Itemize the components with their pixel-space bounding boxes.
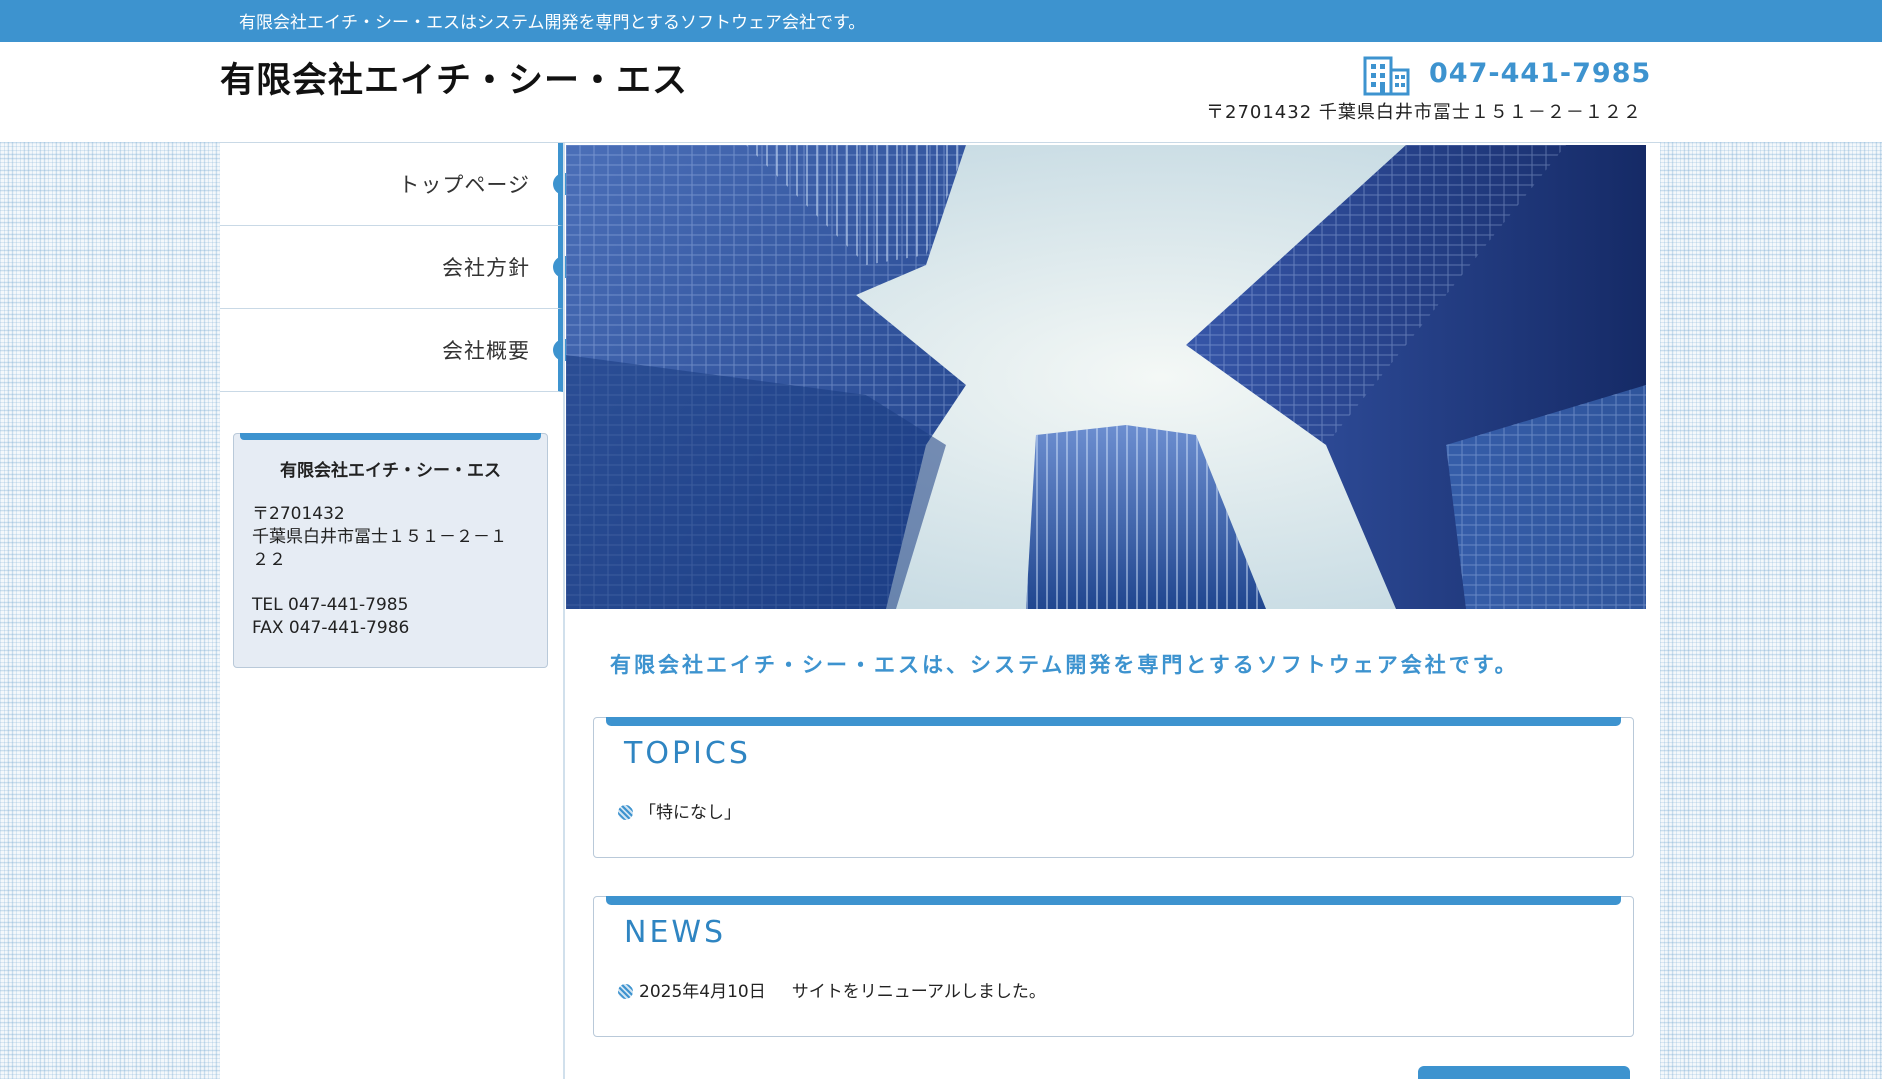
panel-accent-bar — [606, 717, 1621, 726]
sidebar-item-top[interactable]: トップページ — [220, 143, 567, 226]
next-section-button[interactable] — [1418, 1066, 1630, 1079]
site-header: 有限会社エイチ・シー・エス 047-441-7985 〒2701432 千葉県白… — [0, 42, 1882, 142]
news-panel: NEWS 2025年4月10日 サイトをリニューアルしました。 — [593, 896, 1634, 1037]
infobox-title: 有限会社エイチ・シー・エス — [280, 461, 501, 481]
hero-image — [566, 145, 1646, 609]
sidebar-nav: トップページ 会社方針 会社概要 — [220, 143, 567, 392]
top-tagline-bar: 有限会社エイチ・シー・エスはシステム開発を専門とするソフトウェア会社です。 — [0, 0, 1882, 42]
site-logo[interactable]: 有限会社エイチ・シー・エス — [220, 52, 688, 103]
infobox-fax: FAX 047-441-7986 — [252, 618, 410, 638]
news-title: NEWS — [624, 915, 727, 950]
page-container: トップページ 会社方針 会社概要 有限会社エイチ・シー・エス 〒2701432 … — [220, 142, 1660, 1079]
sidebar-item-label: 会社方針 — [442, 256, 530, 280]
bullet-icon — [618, 805, 633, 820]
infobox-tel: TEL 047-441-7985 — [252, 595, 409, 615]
topic-text: 「特になし」 — [639, 803, 741, 823]
list-item: 「特になし」 — [618, 798, 741, 823]
panel-accent-bar — [606, 896, 1621, 905]
main-content: 有限会社エイチ・シー・エスは、システム開発を専門とするソフトウェア会社です。 T… — [566, 143, 1660, 1079]
header-address: 〒2701432 千葉県白井市冨士１５１－２－１２２ — [1206, 102, 1642, 123]
phone-number[interactable]: 047-441-7985 — [1429, 58, 1651, 89]
topics-title: TOPICS — [624, 736, 751, 771]
infobox-address-line1: 千葉県白井市冨士１５１－２－１ — [252, 527, 507, 547]
infobox-postal: 〒2701432 — [252, 504, 345, 524]
news-text[interactable]: サイトをリニューアルしました。 — [792, 982, 1046, 1002]
tagline-text: 有限会社エイチ・シー・エスはシステム開発を専門とするソフトウェア会社です。 — [239, 13, 866, 33]
column-divider — [563, 143, 565, 1079]
lead-text: 有限会社エイチ・シー・エスは、システム開発を専門とするソフトウェア会社です。 — [610, 653, 1519, 677]
building-icon — [1363, 56, 1410, 96]
sidebar-item-policy[interactable]: 会社方針 — [220, 226, 567, 309]
topics-panel: TOPICS 「特になし」 — [593, 717, 1634, 858]
bullet-icon — [618, 984, 633, 999]
sidebar-item-label: 会社概要 — [442, 339, 530, 363]
infobox-accent-bar — [240, 433, 541, 440]
sidebar-item-label: トップページ — [398, 173, 530, 197]
sidebar-item-profile[interactable]: 会社概要 — [220, 309, 567, 392]
infobox-address-line2: ２２ — [252, 550, 286, 570]
company-info-box: 有限会社エイチ・シー・エス 〒2701432 千葉県白井市冨士１５１－２－１ ２… — [233, 433, 548, 668]
news-date: 2025年4月10日 — [639, 982, 766, 1002]
list-item[interactable]: 2025年4月10日 サイトをリニューアルしました。 — [618, 977, 1046, 1002]
